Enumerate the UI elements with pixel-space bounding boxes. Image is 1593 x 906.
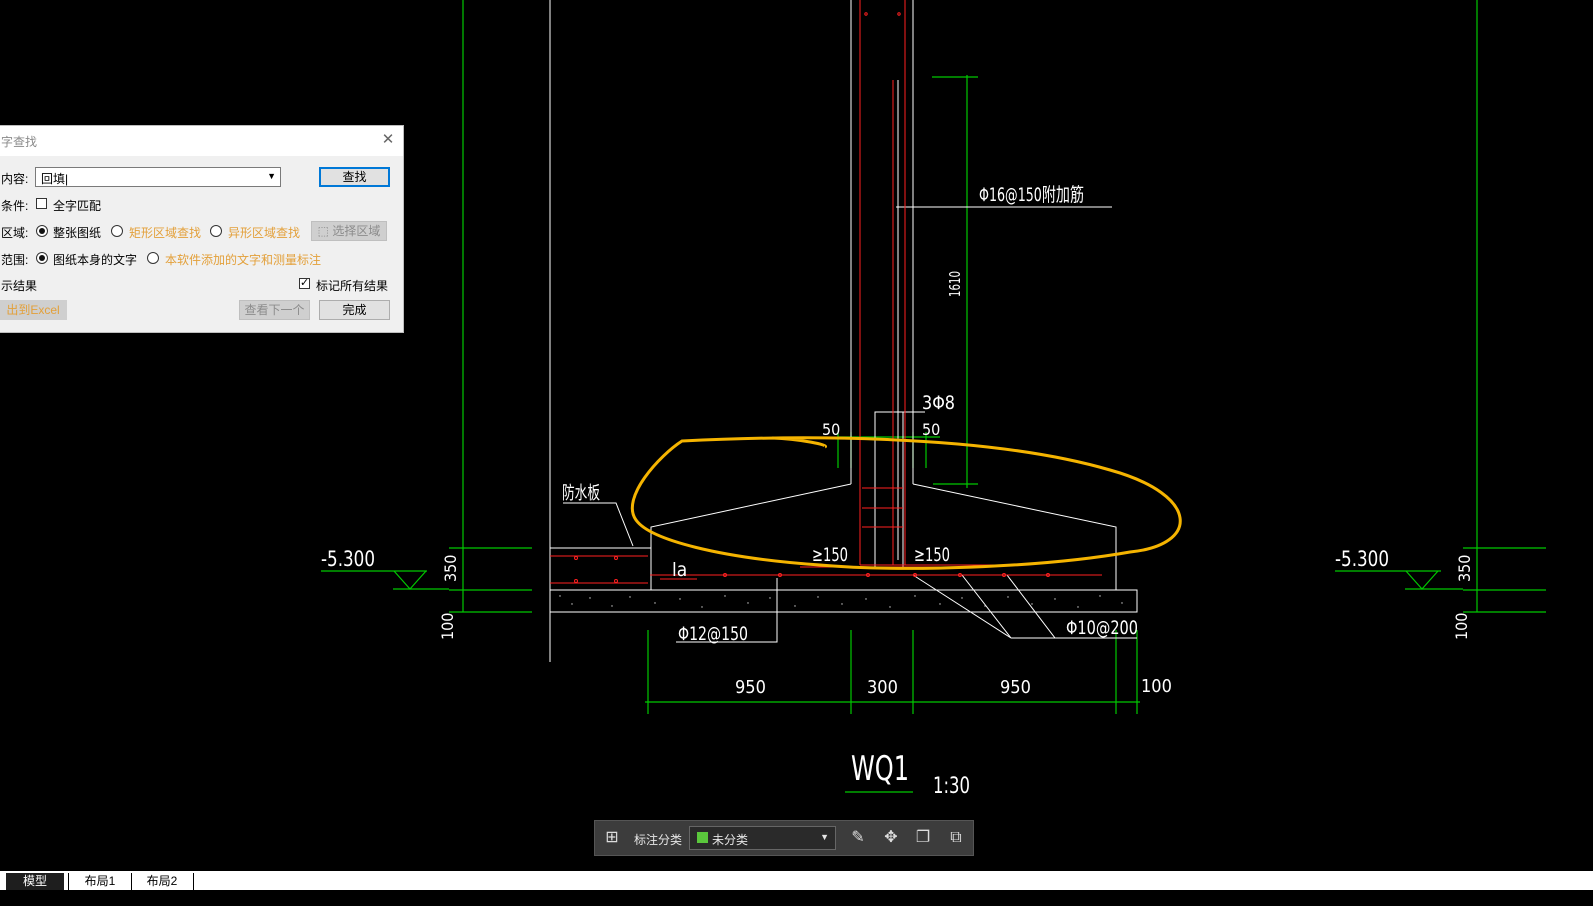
layout-tab-bar: 模型 布局1 布局2 [0, 871, 1593, 906]
annotation-category-select[interactable]: 未分类 ▼ [689, 826, 836, 850]
dim-350-right-label: 350 [1455, 555, 1474, 582]
grid-icon[interactable]: ⊞ [602, 828, 622, 848]
dim-300-label: 300 [867, 677, 898, 698]
close-icon[interactable]: ✕ [379, 131, 397, 149]
whole-word-checkbox[interactable] [36, 198, 47, 209]
rebar-bottom-right-label: Φ10@200 [1066, 617, 1138, 639]
find-button[interactable]: 查找 [319, 167, 390, 187]
dim-350-left-label: 350 [441, 555, 460, 582]
search-content-value: 回填| [41, 172, 69, 186]
annotation-category-label: 标注分类 [634, 833, 683, 847]
scope-software-radio[interactable] [147, 252, 159, 264]
dim-50-left-label: 50 [822, 420, 840, 439]
condition-label: 条件: [1, 199, 29, 213]
level-right-label: -5.300 [1335, 547, 1389, 571]
scope-drawing-radio[interactable] [36, 252, 48, 264]
region-whole-radio[interactable] [36, 225, 48, 237]
region-rect-label: 矩形区域查找 [129, 226, 202, 240]
select-region-icon: ⬚ [317, 224, 333, 238]
chevron-down-icon[interactable]: ▼ [267, 171, 276, 181]
region-irregular-radio[interactable] [210, 225, 222, 237]
rebar-bottom-left-label: Φ12@150 [678, 623, 748, 645]
find-text-dialog: 字查找 ✕ 内容: 回填| ▼ 查找 条件: 全字匹配 区域: 整张图纸 矩形区… [0, 125, 404, 333]
whole-word-label: 全字匹配 [53, 199, 102, 213]
select-region-button[interactable]: ⬚ 选择区域 [311, 221, 387, 241]
search-content-input[interactable]: 回填| ▼ [35, 167, 281, 187]
ge150-right-label: ≥150 [914, 544, 950, 566]
ge150-left-label: ≥150 [812, 544, 848, 566]
rebar-lines [550, 0, 1102, 584]
content-label: 内容: [1, 172, 29, 186]
dialog-titlebar: 字查找 ✕ [0, 126, 403, 156]
show-results-label: 示结果 [1, 279, 38, 293]
dim-100-left-label: 100 [438, 613, 457, 640]
drawing-title: WQ1 [851, 749, 909, 789]
region-irregular-label: 异形区域查找 [228, 226, 301, 240]
tab-model[interactable]: 模型 [6, 873, 64, 890]
dim-100-bottom-label: 100 [1141, 676, 1172, 697]
annotation-toolbar: ⊞ 标注分类 未分类 ▼ ✎ ✥ ❐ ⧉ [594, 820, 974, 856]
tab-strip [0, 871, 1593, 890]
dim-950-left-label: 950 [735, 677, 766, 698]
dialog-title: 字查找 [1, 135, 38, 149]
category-color-swatch [697, 832, 708, 843]
mark-all-checkbox[interactable] [299, 276, 310, 289]
stirrup-label: 3Φ8 [922, 392, 955, 414]
concrete-cushion [559, 595, 1123, 608]
copy-icon[interactable]: ❐ [913, 828, 933, 848]
rebar-top-label: Φ16@150附加筋 [979, 184, 1084, 206]
scope-software-label: 本软件添加的文字和测量标注 [165, 253, 322, 267]
height-1610-label: 1610 [946, 271, 964, 297]
paste-icon[interactable]: ⧉ [946, 828, 966, 848]
tab-layout2[interactable]: 布局2 [131, 873, 194, 890]
export-excel-button[interactable]: 出到Excel [0, 300, 67, 320]
chevron-down-icon[interactable]: ▼ [820, 832, 829, 842]
category-value: 未分类 [712, 833, 749, 847]
mark-all-label: 标记所有结果 [316, 279, 389, 293]
dim-50-right-label: 50 [922, 420, 940, 439]
highlight-markup [630, 436, 1182, 570]
move-icon[interactable]: ✥ [881, 828, 901, 848]
drawing-scale: 1:30 [933, 774, 970, 799]
tab-layout1[interactable]: 布局1 [68, 873, 132, 890]
done-button[interactable]: 完成 [319, 300, 390, 320]
region-whole-label: 整张图纸 [53, 226, 102, 240]
waterproof-label: 防水板 [562, 483, 600, 504]
dim-950-right-label: 950 [1000, 677, 1031, 698]
scope-label: 范围: [1, 253, 29, 267]
region-rect-radio[interactable] [111, 225, 123, 237]
region-label: 区域: [1, 226, 29, 240]
la-label: la [672, 559, 687, 581]
dim-100-right-label: 100 [1452, 613, 1471, 640]
scope-drawing-label: 图纸本身的文字 [53, 253, 138, 267]
edit-icon[interactable]: ✎ [848, 828, 868, 848]
level-left-label: -5.300 [321, 547, 375, 571]
select-region-label: 选择区域 [332, 224, 381, 238]
view-next-button[interactable]: 查看下一个 [239, 300, 310, 320]
